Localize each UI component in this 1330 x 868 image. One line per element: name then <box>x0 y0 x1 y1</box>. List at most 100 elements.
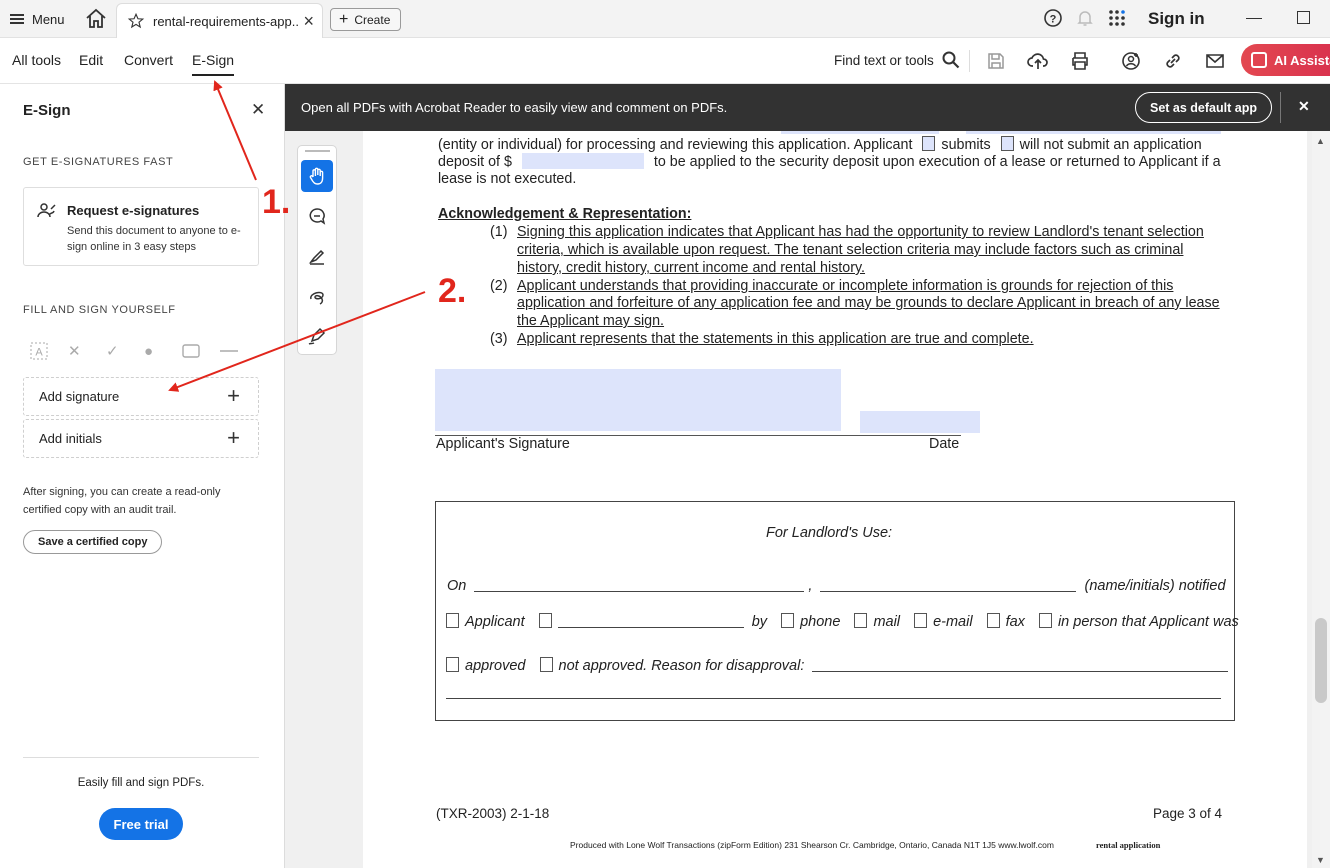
submits-checkbox[interactable] <box>922 136 936 151</box>
item-number: (2) <box>490 278 508 294</box>
document-viewer: (entity or individual) for processing an… <box>285 131 1330 868</box>
bell-icon[interactable] <box>1075 8 1095 28</box>
produced-doc-name: rental application <box>1096 840 1161 850</box>
save-certified-copy-button[interactable]: Save a certified copy <box>23 530 163 554</box>
cloud-upload-icon[interactable] <box>1027 50 1049 72</box>
promo-text: Easily fill and sign PDFs. <box>77 777 205 789</box>
ai-assistant-button[interactable]: AI Assista <box>1241 44 1330 76</box>
ack-item-1-line: Signing this application indicates that … <box>517 224 1204 240</box>
approved-checkbox[interactable] <box>446 657 459 672</box>
main-toolbar: All tools Edit Convert E-Sign Find text … <box>0 38 1330 84</box>
find-text-or-tools[interactable]: Find text or tools <box>834 51 960 69</box>
add-signature-button[interactable]: Add signature + <box>23 377 259 416</box>
item-number: (3) <box>490 331 508 347</box>
cross-icon[interactable]: ✕ <box>68 341 106 361</box>
panel-divider <box>23 757 259 758</box>
star-icon[interactable] <box>127 12 145 30</box>
name-blank[interactable] <box>820 591 1077 592</box>
tab-all-tools[interactable]: All tools <box>12 52 61 68</box>
ai-assistant-icon <box>1251 52 1267 68</box>
add-initials-label: Add initials <box>39 431 102 446</box>
form-field[interactable] <box>781 131 939 134</box>
other-blank[interactable] <box>557 627 744 628</box>
date-label: Date <box>929 436 960 452</box>
line-icon[interactable] <box>220 341 258 361</box>
sign-in-button[interactable]: Sign in <box>1148 9 1205 29</box>
dot-icon[interactable]: ● <box>144 341 182 361</box>
ack-item-1-line: history, credit history, current income … <box>517 260 866 276</box>
annotation-step-1: 1. <box>262 183 291 221</box>
tab-convert[interactable]: Convert <box>124 52 173 68</box>
minimize-window-icon[interactable] <box>1246 18 1262 19</box>
request-e-signatures-card[interactable]: Request e-signatures Send this document … <box>23 187 259 266</box>
save-icon[interactable] <box>985 50 1007 72</box>
apps-grid-icon[interactable] <box>1107 8 1127 28</box>
svg-text:A: A <box>35 347 43 359</box>
scrollbar-thumb[interactable] <box>1315 618 1327 703</box>
doc-line: deposit of $ to be applied to the securi… <box>438 153 1221 170</box>
toolbar-divider <box>969 50 970 72</box>
sign-pen-icon[interactable] <box>301 320 333 352</box>
fill-sign-tools: A ✕ ✓ ● <box>30 341 258 361</box>
annotation-step-2: 2. <box>438 272 467 310</box>
ack-item-2-line: application and forfeiture of any applic… <box>517 295 1220 311</box>
in-person-checkbox[interactable] <box>1038 613 1052 628</box>
close-tab-icon[interactable]: × <box>303 12 314 30</box>
text-field-icon[interactable]: A <box>30 341 68 361</box>
hand-tool-icon[interactable] <box>301 160 333 192</box>
tab-edit[interactable]: Edit <box>79 52 103 68</box>
page-number: Page 3 of 4 <box>1153 806 1223 821</box>
will-not-submit-checkbox[interactable] <box>1000 136 1014 151</box>
scroll-up-icon[interactable]: ▲ <box>1316 136 1325 146</box>
create-button[interactable]: + Create <box>330 8 402 31</box>
help-icon[interactable]: ? <box>1043 8 1063 28</box>
draw-freehand-icon[interactable] <box>301 280 333 312</box>
tab-title: rental-requirements-app... <box>153 13 298 29</box>
email-icon[interactable] <box>1204 50 1226 72</box>
not-approved-checkbox[interactable] <box>539 657 553 672</box>
other-checkbox[interactable] <box>538 613 552 628</box>
close-panel-icon[interactable]: ✕ <box>251 100 265 120</box>
email-checkbox[interactable] <box>914 613 928 628</box>
panel-title: E-Sign <box>23 102 71 119</box>
print-icon[interactable] <box>1069 50 1091 72</box>
share-user-icon[interactable] <box>1120 50 1142 72</box>
add-comment-icon[interactable] <box>301 200 333 232</box>
menu-button[interactable]: Menu <box>10 8 65 30</box>
create-label: Create <box>354 12 391 27</box>
tab-e-sign[interactable]: E-Sign <box>192 52 235 76</box>
phone-checkbox[interactable] <box>781 613 795 628</box>
section-fill-and-sign: FILL AND SIGN YOURSELF <box>23 304 176 316</box>
hamburger-icon <box>10 14 24 24</box>
reason-blank-line[interactable] <box>446 698 1221 699</box>
request-title: Request e-signatures <box>67 203 200 218</box>
signature-field[interactable] <box>435 369 841 431</box>
free-trial-button[interactable]: Free trial <box>99 808 183 840</box>
certified-copy-note: After signing, you can create a read-onl… <box>23 486 221 516</box>
home-icon[interactable] <box>84 7 108 31</box>
link-icon[interactable] <box>1162 50 1184 72</box>
menu-label: Menu <box>32 11 65 27</box>
rectangle-icon[interactable] <box>182 341 220 361</box>
set-default-app-button[interactable]: Set as default app <box>1135 92 1272 123</box>
quick-tools-bar <box>297 145 337 355</box>
reason-blank[interactable] <box>812 671 1229 672</box>
checkmark-icon[interactable]: ✓ <box>106 341 144 361</box>
maximize-window-icon[interactable] <box>1297 11 1310 24</box>
applicant-checkbox[interactable] <box>446 613 459 628</box>
add-initials-button[interactable]: Add initials + <box>23 419 259 458</box>
mail-checkbox[interactable] <box>854 613 868 628</box>
document-tab[interactable]: rental-requirements-app... × <box>116 3 323 38</box>
date-blank[interactable] <box>474 591 805 592</box>
fax-checkbox[interactable] <box>986 613 1000 628</box>
close-banner-icon[interactable]: ✕ <box>1298 98 1310 115</box>
highlight-pen-icon[interactable] <box>301 240 333 272</box>
scroll-down-icon[interactable]: ▼ <box>1316 855 1325 865</box>
deposit-amount-field[interactable] <box>521 153 644 169</box>
date-field[interactable] <box>860 411 980 433</box>
form-field[interactable] <box>966 131 1221 134</box>
drag-grip[interactable] <box>305 150 330 152</box>
landlord-line-approval: approved not approved. Reason for disapp… <box>446 657 1229 674</box>
vertical-scrollbar[interactable]: ▲ ▼ <box>1312 131 1330 868</box>
form-code: (TXR-2003) 2-1-18 <box>436 806 550 821</box>
